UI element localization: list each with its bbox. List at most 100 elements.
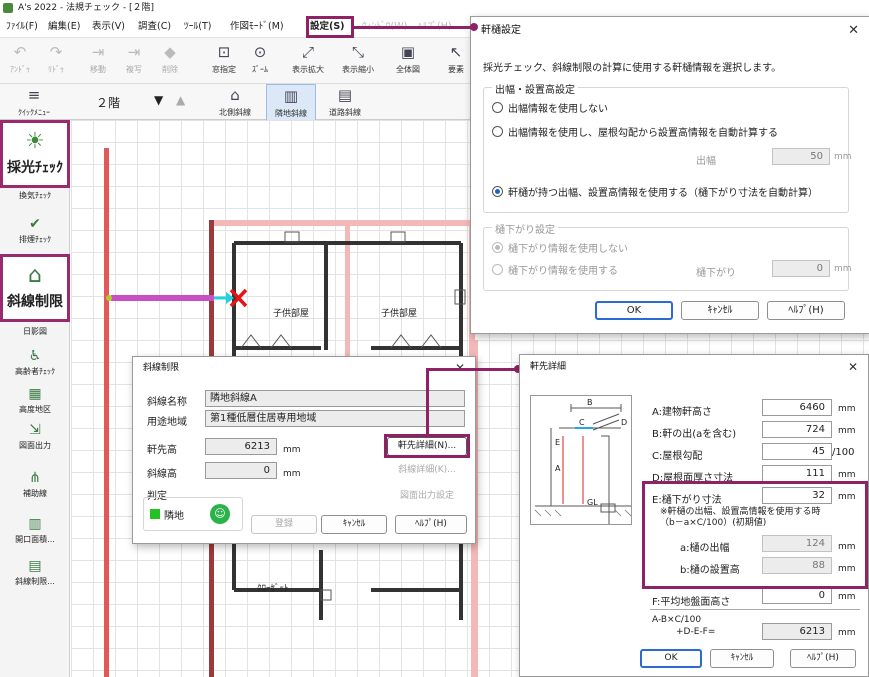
eaves-projection-label: B:軒の出(aを含む) <box>652 429 737 440</box>
setback-cancel-button[interactable]: ｷｬﾝｾﾙ <box>321 515 387 534</box>
slope-detail-button[interactable]: 斜線詳細(K)... <box>387 461 467 480</box>
drop-unit: mm <box>834 264 852 274</box>
rail-item-shadow[interactable]: 日影図 <box>0 326 70 337</box>
register-button[interactable]: 登録 <box>251 515 317 534</box>
fit-all-button[interactable]: ▣ 全体図 <box>390 40 426 82</box>
option-no-width-radio[interactable] <box>492 102 503 113</box>
ok-button[interactable]: OK <box>595 301 673 320</box>
gutter-drop-group: 樋下がり設定 樋下がり情報を使用しない 樋下がり情報を使用する 樋下がり 0 m… <box>483 221 852 291</box>
roof-thickness-field[interactable]: 111 <box>762 465 832 482</box>
height-district-icon: ▦ <box>28 386 42 402</box>
smile-icon: ☺ <box>210 504 230 524</box>
menu-tools[interactable]: ﾂｰﾙ(T) <box>184 19 211 35</box>
formula-divider <box>650 609 860 610</box>
eaves-detail-dialog: 軒先詳細 ✕ B C D E A GL A:建物軒高さ 6460 mm B:軒の… <box>519 354 869 677</box>
option-use-drop-radio[interactable] <box>492 264 503 275</box>
hamburger-icon: ≡ <box>27 86 41 104</box>
delete-button[interactable]: ◆ 削除 <box>152 40 188 82</box>
diagram-label-a: A <box>555 464 561 473</box>
option-auto-height-radio[interactable] <box>492 126 503 137</box>
rail-item-opening-area[interactable]: ▥ 開口面積... <box>0 516 70 545</box>
roof-pitch-unit: /100 <box>832 447 855 458</box>
room-label-1: 子供部屋 <box>273 309 310 319</box>
eaves-projection-unit: mm <box>838 426 856 436</box>
zone-label: 用途地域 <box>147 417 187 428</box>
app-titlebar: A's 2022 - 法規チェック - [２階] <box>0 0 869 16</box>
menu-settings-highlight <box>306 16 354 38</box>
detail-ok-button[interactable]: OK <box>640 649 702 668</box>
rail-item-setback-limit[interactable]: ▤ 斜線制限... <box>0 558 70 587</box>
drawing-output-icon: ⇲ <box>29 422 41 438</box>
option-no-drop-radio[interactable] <box>492 242 503 253</box>
undo-icon: ↶ <box>13 43 27 61</box>
eaves-projection-field[interactable]: 724 <box>762 421 832 438</box>
elderly-icon: ♿ <box>28 348 42 364</box>
menu-draw-mode[interactable]: 作図ﾓｰﾄﾞ(M) <box>230 19 284 35</box>
width-height-group-title: 出幅・設置高設定 <box>492 81 578 96</box>
left-rail: ☀ 採光ﾁｪｯｸ 換気ﾁｪｯｸ ✔ 排煙ﾁｪｯｸ ⌂ 斜線制限 日影図 ♿ 高齢者ﾁ… <box>0 120 70 677</box>
formula-line2: +D-E-F= <box>676 627 716 637</box>
setback-name-label: 斜線名称 <box>147 397 187 408</box>
redo-button[interactable]: ↷ ﾘﾄﾞｩ <box>38 40 74 82</box>
option-use-gutter-info-radio[interactable] <box>492 186 503 197</box>
smoke-icon: ✔ <box>29 216 41 232</box>
closet-label: ｸﾛｰｾﾞｯﾄ <box>257 584 289 594</box>
close-icon[interactable]: ✕ <box>848 360 858 374</box>
floor-up-icon[interactable]: ▲ <box>176 93 185 107</box>
rail-item-elderly[interactable]: ♿ 高齢者ﾁｪｯｸ <box>0 348 70 377</box>
slope-height-label: 斜線高 <box>147 469 177 480</box>
zoom-in-button[interactable]: ⤢ 表示拡大 <box>290 40 326 82</box>
formula-result-field[interactable]: 6213 <box>762 623 832 640</box>
slope-height-field[interactable]: 0 <box>205 462 277 479</box>
close-icon[interactable]: ✕ <box>848 23 859 38</box>
setback-line <box>111 295 214 301</box>
ventilation-check-button[interactable]: 換気ﾁｪｯｸ <box>0 190 70 201</box>
window-select-button[interactable]: ⊡ 窓指定 <box>206 40 242 82</box>
rail-item-drawing-output[interactable]: ⇲ 図面出力 <box>0 422 70 451</box>
drop-field[interactable]: 0 <box>772 260 830 277</box>
menu-view[interactable]: 表示(V) <box>92 19 125 35</box>
undo-button[interactable]: ↶ ｱﾝﾄﾞｩ <box>2 40 38 82</box>
width-label: 出幅 <box>696 156 716 167</box>
floor-down-icon[interactable]: ▼ <box>154 93 163 107</box>
diagram-label-e: E <box>555 438 561 447</box>
eaves-height-field[interactable]: 6213 <box>205 438 277 455</box>
width-field[interactable]: 50 <box>772 148 830 165</box>
pointer-icon: ↖ <box>449 43 463 61</box>
width-unit: mm <box>834 152 852 162</box>
setback-check-button[interactable]: ⌂ 斜線制限 <box>0 254 70 322</box>
zoom-out-button[interactable]: ⤡ 表示縮小 <box>340 40 376 82</box>
rail-item-guide-line[interactable]: ⋔ 補助線 <box>0 470 70 499</box>
window-zoom-icon: ⊡ <box>217 43 231 61</box>
help-button[interactable]: ﾍﾙﾌﾟ(H) <box>767 301 845 320</box>
adjacent-setback-icon: ▥ <box>283 87 299 105</box>
average-ground-unit: mm <box>838 592 856 602</box>
diagram-label-d: D <box>621 418 628 427</box>
roof-pitch-field[interactable]: 45 <box>762 443 832 460</box>
copy-button[interactable]: ⇥ 複写 <box>116 40 152 82</box>
move-icon: ⇥ <box>91 43 105 61</box>
drawing-output-setting-button[interactable]: 図面出力設定 <box>387 487 467 506</box>
element-button[interactable]: ↖ 要素 <box>438 40 474 82</box>
cancel-button[interactable]: ｷｬﾝｾﾙ <box>681 301 759 320</box>
room-label-2: 子供部屋 <box>381 309 418 319</box>
eaves-gutter-dialog-title: 軒樋設定 <box>481 25 521 36</box>
opening-area-icon: ▥ <box>28 516 42 532</box>
detail-cancel-button[interactable]: ｷｬﾝｾﾙ <box>710 649 774 668</box>
zoom-button[interactable]: ⊙ ｽﾞｰﾑ <box>242 40 278 82</box>
judgement-value: 隣地 <box>164 511 184 522</box>
menu-file[interactable]: ﾌｧｲﾙ(F) <box>6 19 38 35</box>
diagram-label-gl: GL <box>587 498 598 507</box>
detail-help-button[interactable]: ﾍﾙﾌﾟ(H) <box>790 649 856 668</box>
expand-icon: ⤢ <box>301 43 314 61</box>
daylight-check-button[interactable]: ☀ 採光ﾁｪｯｸ <box>0 120 70 188</box>
menu-survey[interactable]: 調査(C) <box>138 19 171 35</box>
building-eaves-height-field[interactable]: 6460 <box>762 399 832 416</box>
move-button[interactable]: ⇥ 移動 <box>80 40 116 82</box>
average-ground-field[interactable]: 0 <box>762 587 832 604</box>
setback-help-button[interactable]: ﾍﾙﾌﾟ(H) <box>395 515 467 534</box>
menu-edit[interactable]: 編集(E) <box>48 19 80 35</box>
drop-label: 樋下がり <box>696 268 736 279</box>
smoke-check-button[interactable]: ✔ 排煙ﾁｪｯｸ <box>0 216 70 245</box>
rail-item-height-district[interactable]: ▦ 高度地区 <box>0 386 70 415</box>
